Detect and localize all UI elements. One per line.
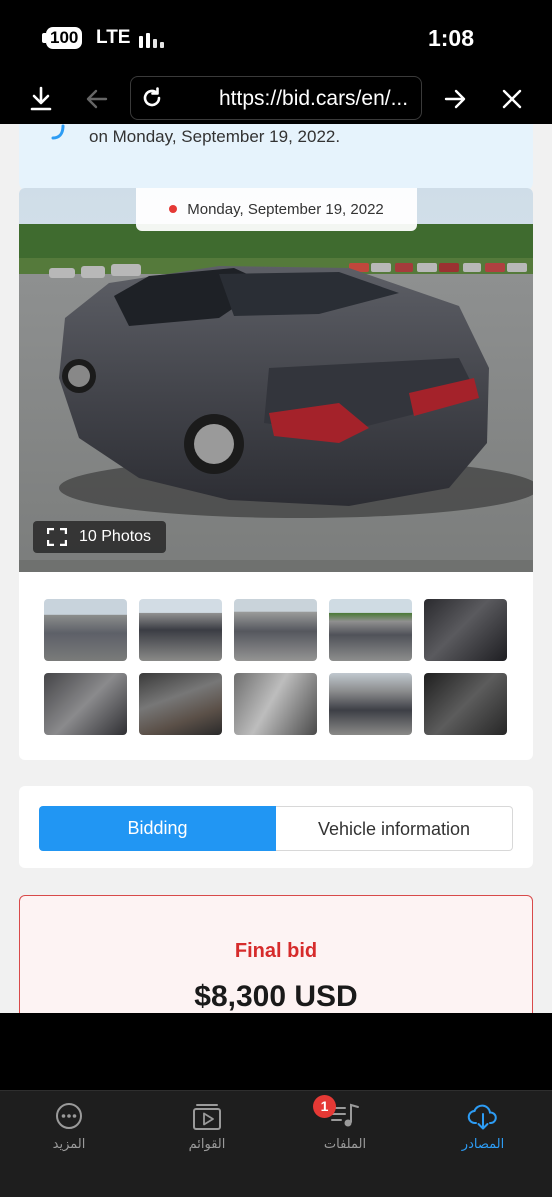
view-all-photos-button[interactable]: 10 Photos <box>33 521 166 553</box>
fullscreen-icon <box>47 528 67 546</box>
address-bar[interactable]: https://bid.cars/en/... <box>130 76 422 120</box>
nav-label-more: المزيد <box>52 1137 86 1152</box>
browser-toolbar: https://bid.cars/en/... <box>0 74 552 124</box>
notice-text: on Monday, September 19, 2022. <box>89 127 341 146</box>
nav-label-lists: القوائم <box>188 1137 226 1152</box>
thumbnail[interactable] <box>234 599 317 661</box>
nav-label-sources: المصادر <box>461 1137 505 1152</box>
battery-indicator: 100 <box>46 27 83 49</box>
web-content: on Monday, September 19, 2022. Monday, S… <box>0 124 552 1013</box>
photo-gallery: Monday, September 19, 2022 10 Photos <box>19 188 533 760</box>
url-text: https://bid.cars/en/... <box>219 87 409 110</box>
download-icon[interactable] <box>26 84 56 114</box>
empty-area <box>0 1013 552 1090</box>
bottom-navigation: المزيد القوائم الملفات 1 المصادر <box>0 1090 552 1197</box>
final-bid-card: Final bid $8,300 USD <box>19 895 533 1013</box>
date-notice-card: on Monday, September 19, 2022. <box>19 124 533 192</box>
status-bar: 100 LTE 1:08 <box>0 0 552 74</box>
signal-icon <box>139 30 165 48</box>
auction-date-label: Monday, September 19, 2022 <box>136 188 417 231</box>
network-type: LTE <box>96 27 131 48</box>
main-car-photo[interactable] <box>19 188 533 572</box>
thumbnail[interactable] <box>329 599 412 661</box>
close-icon[interactable] <box>497 84 527 114</box>
final-bid-amount: $8,300 USD <box>194 980 358 1013</box>
clock: 1:08 <box>427 25 474 51</box>
auction-date-text: Monday, September 19, 2022 <box>187 201 384 218</box>
more-icon <box>56 1103 82 1129</box>
photos-count-label: 10 Photos <box>79 528 152 545</box>
cloud-download-icon <box>467 1104 497 1130</box>
nav-item-sources[interactable]: المصادر <box>414 1091 552 1171</box>
nav-item-files[interactable]: الملفات <box>276 1091 414 1171</box>
tab-vehicle-information[interactable]: Vehicle information <box>276 806 513 851</box>
thumbnail[interactable] <box>329 673 412 735</box>
thumbnail[interactable] <box>139 599 222 661</box>
thumbnail[interactable] <box>44 673 127 735</box>
thumbnail[interactable] <box>139 673 222 735</box>
tab-bidding[interactable]: Bidding <box>39 806 276 851</box>
notice-icon <box>51 124 65 140</box>
nav-label-files: الملفات <box>323 1137 367 1152</box>
live-dot-icon <box>169 205 178 213</box>
nav-item-more[interactable]: المزيد <box>0 1091 138 1171</box>
nav-item-lists[interactable]: القوائم <box>138 1091 276 1171</box>
forward-arrow-icon[interactable] <box>440 84 470 114</box>
final-bid-label: Final bid <box>234 940 318 962</box>
thumbnail[interactable] <box>44 599 127 661</box>
details-tabs: Bidding Vehicle information <box>19 786 533 868</box>
thumbnail[interactable] <box>234 673 317 735</box>
notification-badge: 1 <box>313 1095 336 1118</box>
thumbnail[interactable] <box>424 673 507 735</box>
back-arrow-icon[interactable] <box>82 84 112 114</box>
playlist-icon <box>193 1104 221 1130</box>
thumbnail[interactable] <box>424 599 507 661</box>
reload-icon[interactable] <box>137 83 167 113</box>
